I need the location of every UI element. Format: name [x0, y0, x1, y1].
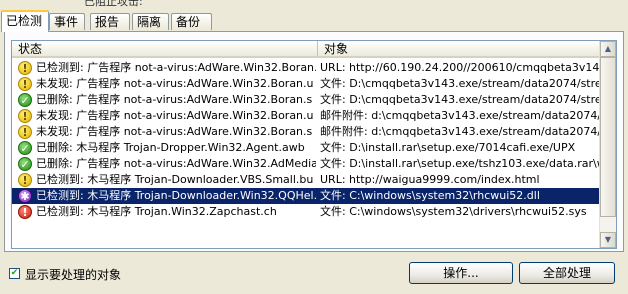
tab-detected[interactable]: 已检测: [1, 10, 49, 32]
tab-backup[interactable]: 备份: [171, 13, 212, 30]
column-header-object[interactable]: 对象: [318, 41, 600, 58]
tab-quarantine[interactable]: 隔离: [132, 13, 169, 30]
list-item[interactable]: ! 已检测到: 木马程序 Trojan-Downloader.VBS.Small…: [12, 172, 600, 188]
scroll-thumb[interactable]: [600, 57, 616, 217]
list-item-selected[interactable]: ✱ 已检测到: 木马程序 Trojan-Downloader.Win32.QQH…: [12, 188, 600, 204]
list-item[interactable]: ✓ 已删除: 木马程序 Trojan-Dropper.Win32.Agent.a…: [12, 140, 600, 156]
detected-list[interactable]: 状态 对象 ! 已检测到: 广告程序 not-a-virus:AdWare.Wi…: [11, 40, 617, 249]
tab-events[interactable]: 事件: [49, 13, 85, 30]
scroll-down-arrow-icon[interactable]: ▼: [600, 232, 616, 248]
warning-icon: !: [18, 109, 32, 123]
list-item[interactable]: ! 未发现: 广告程序 not-a-virus:AdWare.Win32.Bor…: [12, 108, 605, 124]
top-clipped-text: 已阻止攻击:: [84, 0, 143, 8]
list-item[interactable]: ! 已检测到: 广告程序 not-a-virus:AdWare.Win32.Bo…: [12, 60, 605, 76]
warning-icon: !: [18, 125, 32, 139]
show-objects-checkbox[interactable]: ✔: [9, 268, 20, 279]
danger-icon: !: [18, 205, 32, 219]
list-header: 状态 对象: [12, 41, 616, 58]
ok-icon: ✓: [18, 93, 32, 107]
actions-button[interactable]: 操作...: [409, 262, 513, 284]
list-item[interactable]: ✓ 已删除: 广告程序 not-a-virus:AdWare.Win32.AdM…: [12, 156, 605, 172]
list-item[interactable]: ! 未发现: 广告程序 not-a-virus:AdWare.Win32.Bor…: [12, 124, 605, 140]
vertical-scrollbar[interactable]: ▲ ▼: [599, 41, 616, 248]
show-objects-label: 显示要处理的对象: [25, 268, 122, 282]
ok-icon: ✓: [18, 141, 32, 155]
warning-icon: !: [18, 61, 32, 75]
list-item[interactable]: ! 已检测到: 木马程序 Trojan.Win32.Zapchast.ch 文件…: [12, 204, 600, 220]
column-header-status[interactable]: 状态: [12, 41, 318, 58]
ok-icon: ✓: [18, 157, 32, 171]
list-item[interactable]: ! 未发现: 广告程序 not-a-virus:AdWare.Win32.Bor…: [12, 76, 605, 92]
virus-icon: ✱: [18, 189, 32, 203]
list-item[interactable]: ✓ 已删除: 广告程序 not-a-virus:AdWare.Win32.Bor…: [12, 92, 605, 108]
process-all-button[interactable]: 全部处理: [519, 262, 615, 284]
scroll-up-arrow-icon[interactable]: ▲: [600, 41, 616, 57]
tab-panel: 状态 对象 ! 已检测到: 广告程序 not-a-virus:AdWare.Wi…: [4, 31, 624, 252]
warning-icon: !: [18, 173, 32, 187]
tab-reports[interactable]: 报告: [90, 13, 130, 30]
warning-icon: !: [18, 77, 32, 91]
